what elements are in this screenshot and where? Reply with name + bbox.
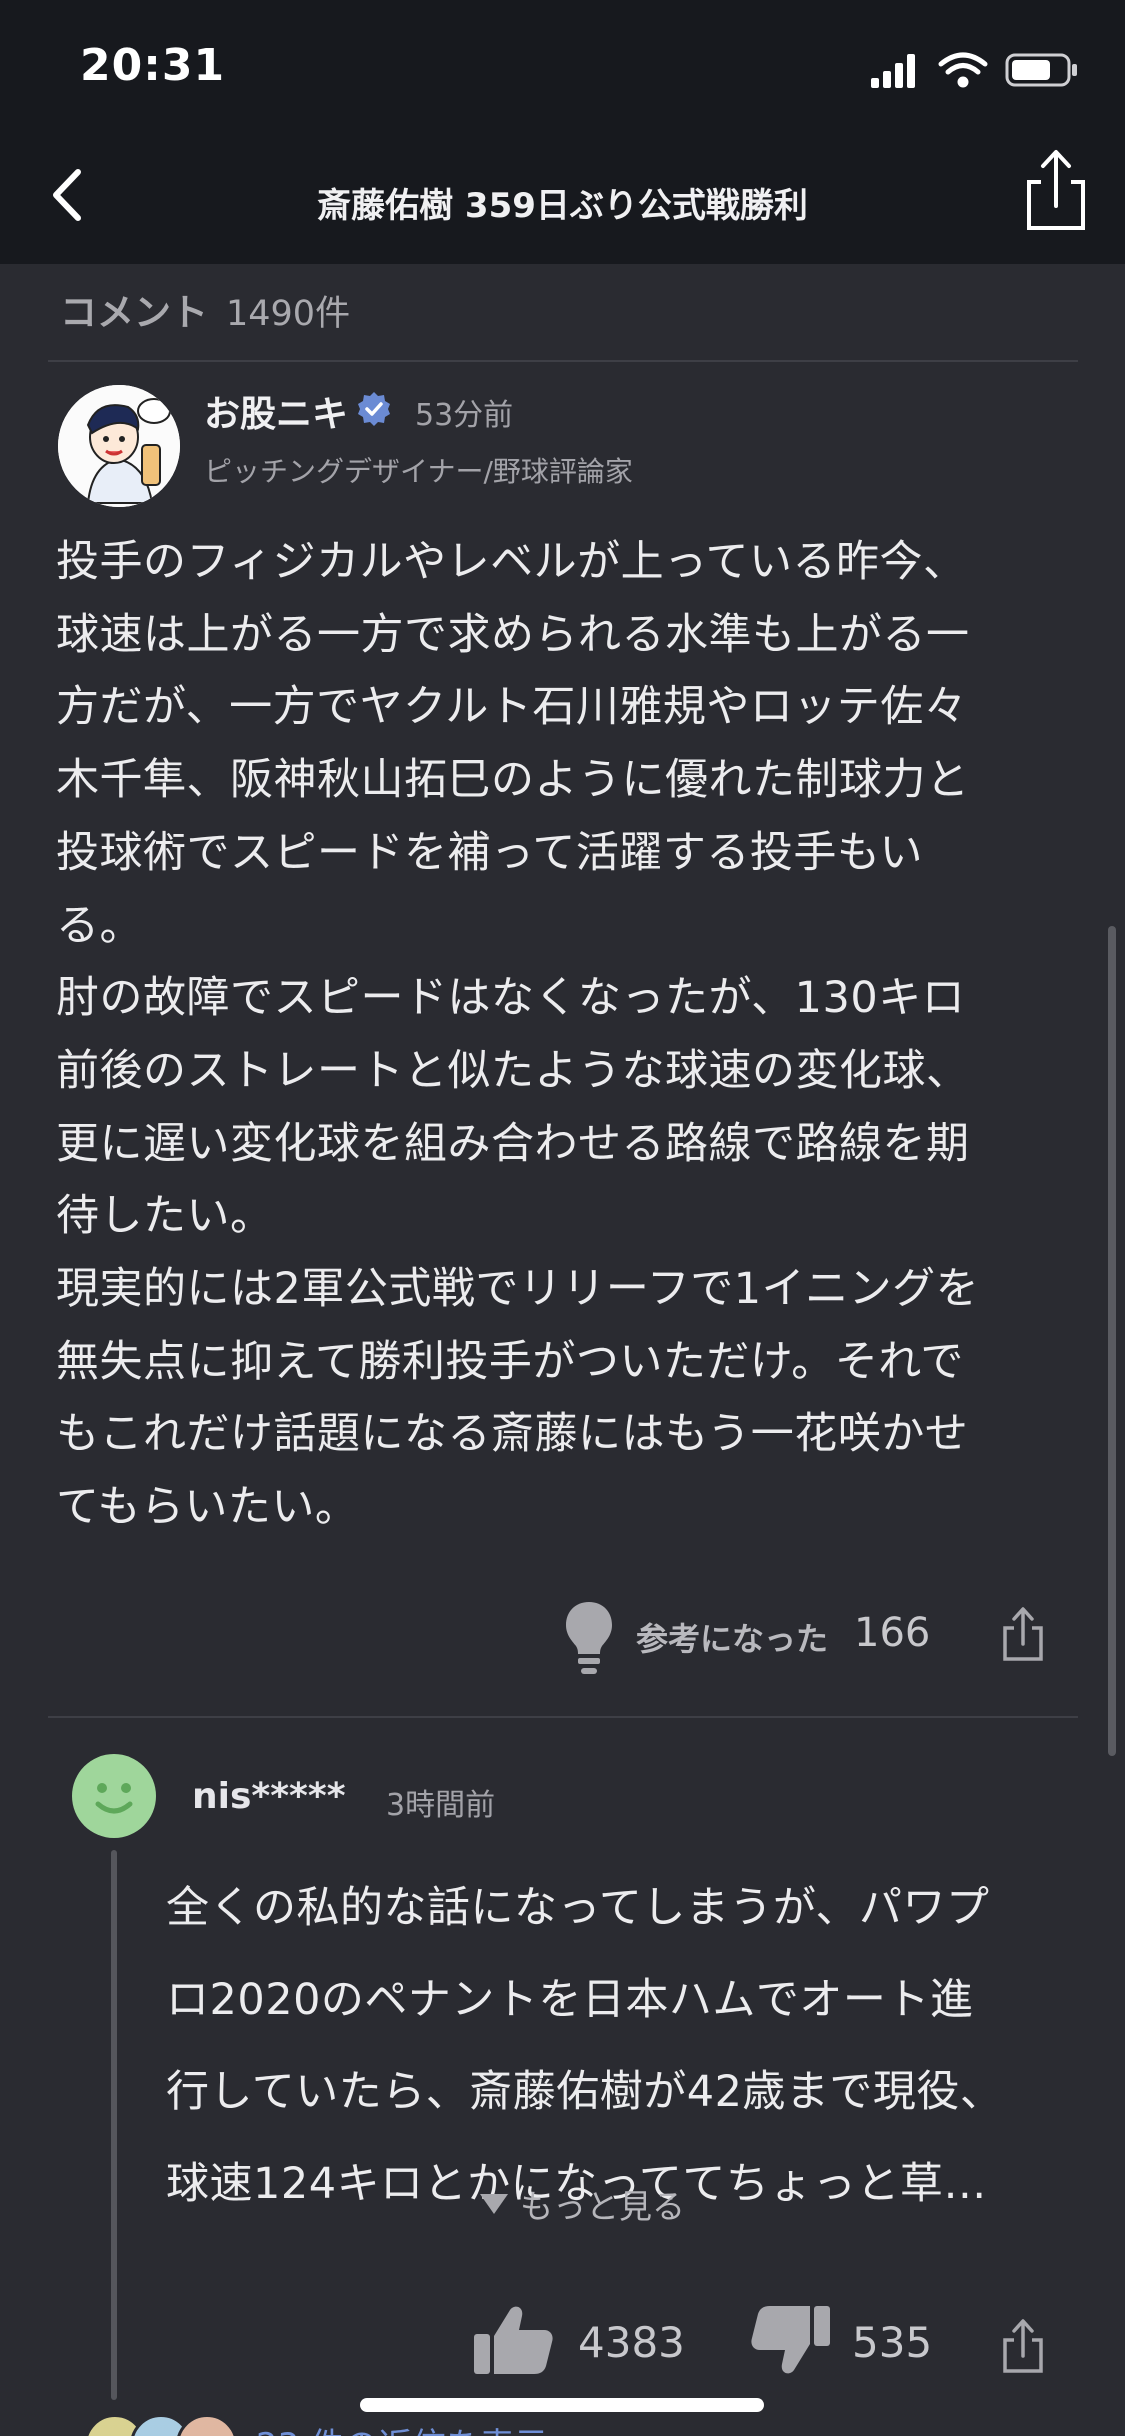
comment-line: 投手のフィジカルやレベルが上っている昨今、 [56, 537, 967, 587]
comment-body: 投手のフィジカルやレベルが上っている昨今、 球速は上がる一方で求められる水準も上… [56, 526, 1071, 1544]
comment-line: 前後のストレートと似たような球速の変化球、 [56, 1045, 970, 1096]
avatar[interactable] [58, 385, 180, 507]
lightbulb-icon[interactable] [562, 1598, 616, 1678]
comment-line: てもらいたい。 [56, 1482, 359, 1533]
reply-line: 行していたら、斎藤佑樹が42歳まで現役、 [166, 2067, 1004, 2117]
comment-line: 方だが、一方でヤクルト石川雅規やロッテ佐々 [56, 682, 968, 733]
helpful-count: 166 [854, 1610, 931, 1656]
dislike-count: 535 [852, 2318, 933, 2367]
status-time: 20:31 [80, 40, 226, 91]
top-bar: 20:31 斎藤佑樹 359日ぶり公式戦勝利 [0, 0, 1125, 264]
comment-line: 無失点に抑えて勝利投手がついただけ。それで [56, 1336, 964, 1387]
share-icon[interactable] [1021, 146, 1091, 236]
comment-line: 現実的には2軍公式戦でリリーフで1イニングを [56, 1264, 980, 1315]
status-icons [871, 52, 1077, 88]
battery-icon [1005, 53, 1077, 87]
avatar-illustration [58, 385, 180, 507]
author-role: ピッチングデザイナー/野球評論家 [204, 455, 633, 488]
screen: 20:31 斎藤佑樹 359日ぶり公式戦勝利 コメント 1490件 お股ニキ 5… [0, 0, 1125, 2436]
comment-line: 球速は上がる一方で求められる水準も上がる一 [56, 609, 970, 660]
comments-count: 1490件 [226, 294, 351, 334]
comment-line: 肘の故障でスピードはなくなったが、130キロ [56, 973, 966, 1024]
divider [48, 1716, 1078, 1718]
author-name[interactable]: お股ニキ [204, 385, 348, 437]
avatar [176, 2414, 238, 2436]
article-title: 斎藤佑樹 359日ぶり公式戦勝利 [317, 186, 808, 226]
comment-line: 投球術でスピードを補って活躍する投手もい [56, 827, 923, 878]
comment-line: もこれだけ話題になる斎藤にはもう一花咲かせ [56, 1409, 969, 1460]
reply-thread-line [111, 1850, 117, 2400]
helpful-button[interactable]: 参考になった [636, 1614, 828, 1660]
comment-time: 53分前 [415, 398, 514, 433]
reply-line: ロ2020のペナントを日本ハムでオート進 [166, 1975, 974, 2025]
thumbs-up-icon[interactable] [472, 2302, 556, 2378]
comment-line: 更に遅い変化球を組み合わせる路線で路線を期 [56, 1118, 970, 1169]
reply-body: 全くの私的な話になってしまうが、パワプ ロ2020のペナントを日本ハムでオート進… [166, 1862, 1076, 2230]
like-count: 4383 [578, 2318, 685, 2367]
reply-author[interactable]: nis***** [192, 1776, 346, 1817]
divider [48, 360, 1078, 362]
reply-time: 3時間前 [386, 1788, 496, 1823]
back-chevron-icon[interactable] [40, 160, 100, 230]
show-more-button[interactable]: もっと見る [480, 2180, 685, 2228]
comment-line: る。 [56, 900, 143, 951]
comment-line: 待したい。 [56, 1191, 274, 1242]
share-icon[interactable] [1000, 1604, 1046, 1664]
home-indicator[interactable] [360, 2398, 764, 2412]
comment-line: 木千隼、阪神秋山拓巳のように優れた制球力と [56, 755, 970, 806]
comments-label: コメント [60, 291, 208, 334]
comments-count-row: コメント 1490件 [60, 282, 350, 342]
signal-icon [871, 54, 915, 88]
smiley-icon [95, 1783, 133, 1814]
scrollbar[interactable] [1108, 926, 1116, 1756]
verified-icon [358, 392, 390, 426]
thumbs-down-icon[interactable] [748, 2302, 832, 2378]
reply-avatar[interactable] [72, 1754, 156, 1838]
triangle-down-icon [480, 2194, 508, 2214]
view-replies-link[interactable]: 23 件の返信を表示 [256, 2418, 548, 2436]
reply-line: 全くの私的な話になってしまうが、パワプ [166, 1883, 990, 1933]
share-icon[interactable] [1000, 2316, 1046, 2376]
show-more-label: もっと見る [520, 2187, 685, 2226]
wifi-icon [938, 52, 988, 88]
